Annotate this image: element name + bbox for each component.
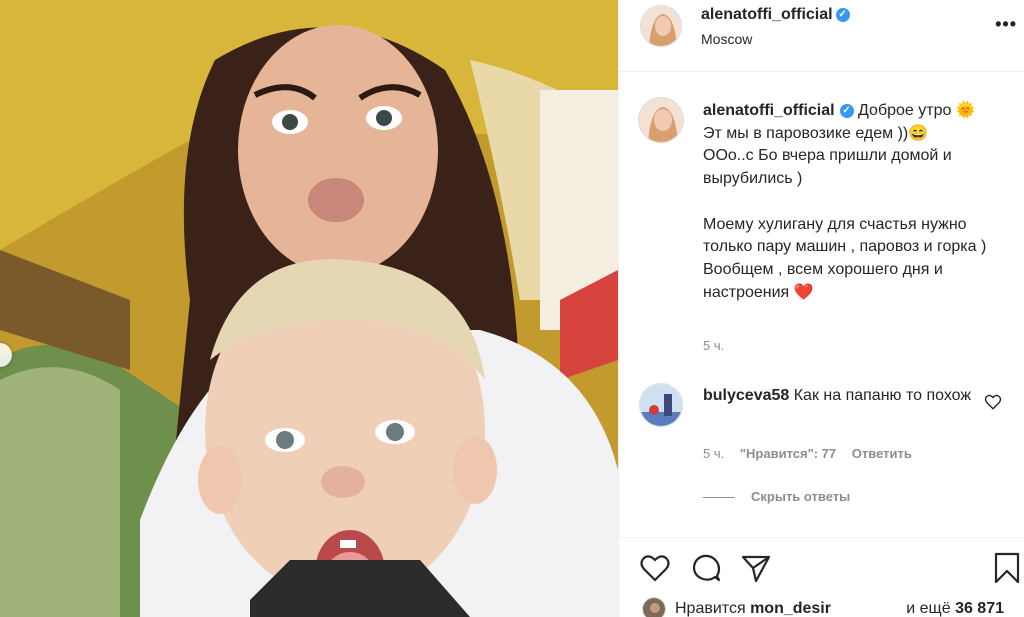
comment-icon[interactable] [690,552,722,584]
liked-by-prefix: Нравится [675,600,746,617]
avatar-image [639,98,683,142]
username-text[interactable]: alenatoffi_official [701,6,833,23]
likes-count-value: 36 871 [955,600,1004,617]
avatar-image [641,6,681,46]
comment-like-count[interactable]: "Нравится": 77 [740,446,836,461]
more-options-icon[interactable]: ••• [995,14,1017,35]
post-header: alenatoffi_official ✓ Moscow ••• [619,0,1024,72]
share-icon[interactable] [740,552,772,584]
comment-body: bulyceva58 Как на папаню то похож [703,385,983,408]
likes-count-prefix: и ещё [906,600,951,617]
post-location[interactable]: Moscow [701,31,752,47]
caption-avatar[interactable] [638,97,684,143]
author-username-header[interactable]: alenatoffi_official ✓ [701,6,850,24]
commenter-avatar[interactable] [639,383,683,427]
avatar-image [640,384,682,426]
verified-badge-icon: ✓ [839,103,854,118]
post-caption: alenatoffi_official ✓ Доброе утро 🌞 Эт мы… [703,100,1003,304]
avatar-image [643,598,665,617]
verified-badge-icon: ✓ [835,7,850,22]
commenter-username[interactable]: bulyceva58 [703,387,789,404]
comment-timestamp[interactable]: 5 ч. [703,446,724,461]
liked-by-user[interactable]: mon_desir [750,600,831,617]
comment-like-heart-icon[interactable] [984,393,1002,411]
caption-username[interactable]: alenatoffi_official [703,102,835,119]
divider-line [703,497,735,499]
caption-text: Доброе утро 🌞 Эт мы в паровозике едем ))… [703,102,987,301]
comment-meta: 5 ч. "Нравится": 77 Ответить [703,446,924,461]
heart-icon[interactable] [639,552,671,584]
bookmark-icon[interactable] [991,552,1023,584]
reply-button[interactable]: Ответить [852,446,912,461]
author-avatar[interactable] [640,5,682,47]
liked-by-text: Нравится mon_desir [675,600,831,617]
post-side-panel: alenatoffi_official ✓ Moscow ••• alenatof… [618,0,1024,617]
comment-text: Как на папаню то похож [793,387,972,404]
caption-timestamp[interactable]: 5 ч. [703,338,724,353]
hide-replies-label: Скрыть ответы [751,489,851,504]
post-photo[interactable] [0,0,618,617]
liker-avatar[interactable] [642,597,666,617]
likes-count[interactable]: и ещё 36 871 [906,600,1004,617]
hide-replies-button[interactable]: Скрыть ответы [703,489,850,504]
photo-illustration [0,0,618,617]
